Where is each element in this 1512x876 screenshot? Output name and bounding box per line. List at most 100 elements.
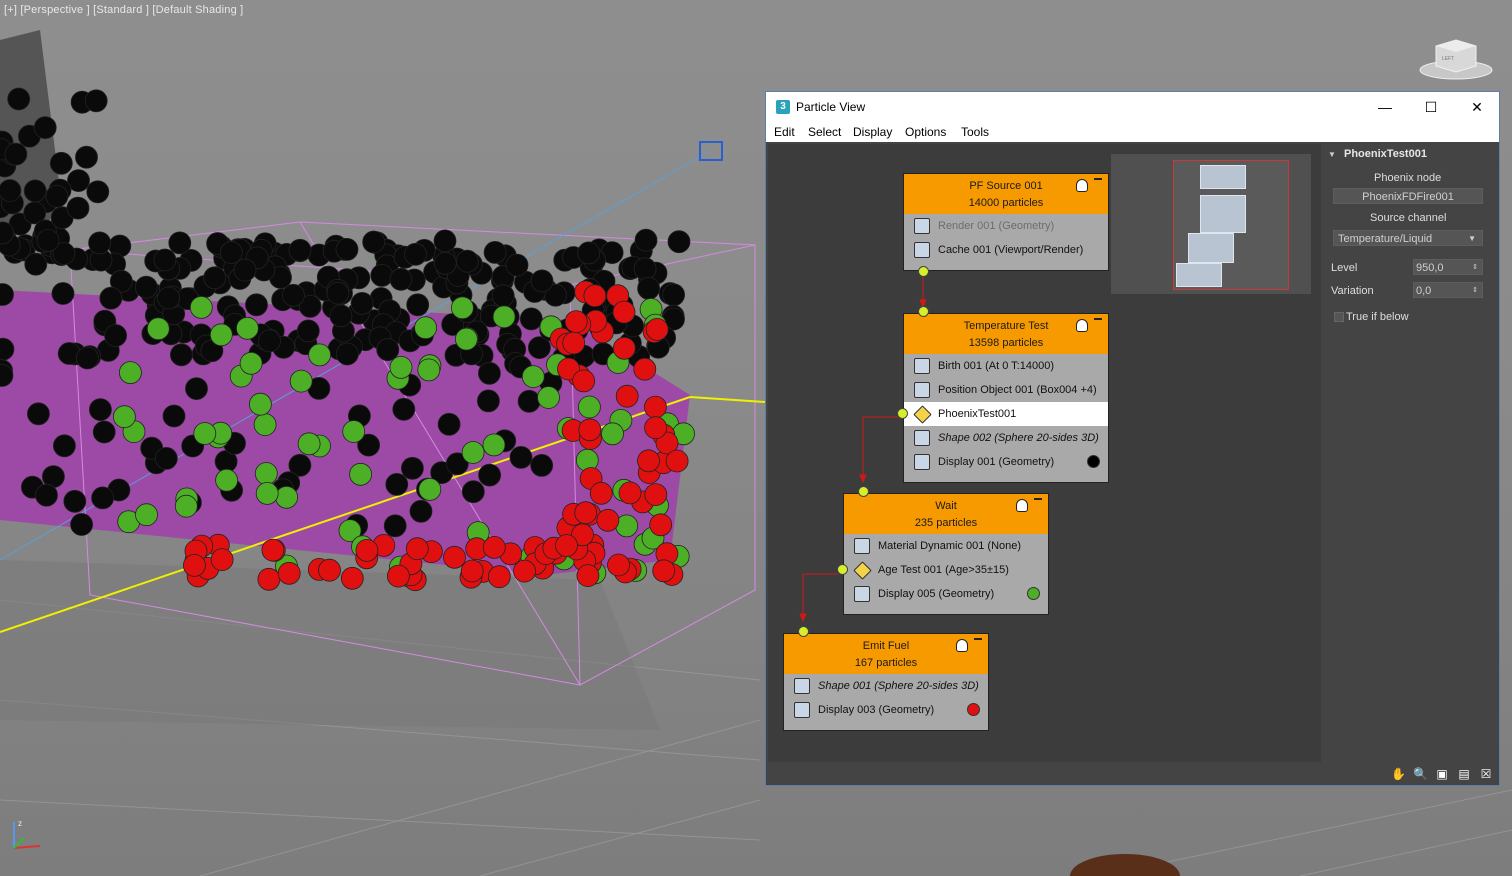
menu-display[interactable]: Display [853, 125, 892, 139]
zoom-extents-icon[interactable]: ▤ [1457, 767, 1471, 781]
operator[interactable]: Position Object 001 (Box004 +4) [904, 378, 1108, 402]
particle-black [288, 238, 312, 262]
particle-black [385, 472, 409, 496]
particle-black [404, 242, 427, 266]
particle-green [239, 351, 263, 375]
particle-black [203, 266, 227, 290]
event-input-port[interactable] [918, 306, 929, 317]
collapse-dash-icon[interactable] [974, 638, 982, 640]
event-header[interactable]: Wait 235 particles [844, 494, 1048, 534]
particle-black [634, 228, 658, 252]
menu-tools[interactable]: Tools [961, 125, 989, 139]
pan-hand-icon[interactable]: ✋ [1391, 767, 1406, 781]
event-node[interactable]: Temperature Test 13598 particles Birth 001… [903, 313, 1109, 483]
particle-black [134, 275, 158, 299]
true-if-below-checkbox[interactable] [1334, 312, 1344, 322]
operator[interactable]: Display 001 (Geometry) [904, 450, 1108, 474]
operator[interactable]: Render 001 (Geometry) [904, 214, 1108, 238]
lightbulb-icon[interactable] [956, 639, 968, 652]
operator[interactable]: Shape 001 (Sphere 20-sides 3D) [784, 674, 988, 698]
test-output-port[interactable] [897, 408, 908, 419]
particle-green [537, 386, 560, 409]
particle-red [482, 536, 506, 559]
operator[interactable]: Display 003 (Geometry) [784, 698, 988, 722]
display-color-swatch[interactable] [1087, 455, 1100, 468]
variation-spinner[interactable]: 0,0 ⇕ [1413, 282, 1483, 298]
event-node[interactable]: Emit Fuel 167 particles Shape 001 (Sphere … [783, 633, 989, 731]
particle-black [335, 237, 359, 261]
particle-black [637, 276, 660, 300]
maximize-icon[interactable]: ☐ [1408, 92, 1454, 122]
zoom-region-icon[interactable]: ▣ [1435, 767, 1449, 781]
navigator-frame[interactable] [1173, 160, 1289, 290]
particle-green [308, 343, 332, 367]
minimize-icon[interactable]: — [1362, 92, 1408, 122]
menu-options[interactable]: Options [905, 125, 946, 139]
collapse-dash-icon[interactable] [1094, 318, 1102, 320]
viewcube-icon[interactable]: LEFT [1418, 36, 1494, 82]
event-input-port[interactable] [858, 486, 869, 497]
collapse-icon[interactable]: ▼ [1328, 150, 1336, 159]
display-color-swatch[interactable] [967, 703, 980, 716]
event-node[interactable]: Wait 235 particles Material Dynamic 001 (N… [843, 493, 1049, 615]
source-channel-dropdown[interactable]: Temperature/Liquid ▼ [1333, 230, 1483, 246]
particle-black [530, 269, 554, 293]
particle-green [482, 433, 506, 457]
phoenix-node-field[interactable]: PhoenixFDFire001 [1333, 188, 1483, 204]
particle-green [414, 316, 438, 340]
particle-black [483, 240, 507, 264]
spinner-arrows-icon[interactable]: ⇕ [1472, 260, 1478, 276]
lightbulb-icon[interactable] [1076, 179, 1088, 192]
particle-green [248, 392, 272, 416]
title-bar[interactable]: 3 Particle View — ☐ ✕ [766, 92, 1499, 122]
viewport-label[interactable]: [+] [Perspective ] [Standard ] [Default … [4, 4, 243, 16]
particle-black [409, 499, 433, 523]
operator[interactable]: Cache 001 (Viewport/Render) [904, 238, 1108, 262]
particle-black [92, 420, 116, 444]
zoom-icon[interactable]: 🔍 [1413, 767, 1428, 781]
particle-black [478, 463, 502, 487]
event-header[interactable]: Temperature Test 13598 particles [904, 314, 1108, 354]
lightbulb-icon[interactable] [1016, 499, 1028, 512]
particle-black [45, 184, 69, 208]
test-output-port[interactable] [837, 564, 848, 575]
operator[interactable]: Shape 002 (Sphere 20-sides 3D) [904, 426, 1108, 450]
menu-select[interactable]: Select [808, 125, 841, 139]
level-spinner[interactable]: 950,0 ⇕ [1413, 259, 1483, 275]
event-output-port[interactable] [918, 266, 929, 277]
particle-red [182, 554, 206, 577]
event-graph-canvas[interactable]: PF Source 001 14000 particles Render 001 (… [768, 144, 1321, 762]
particle-green [297, 432, 321, 456]
lightbulb-icon[interactable] [1076, 319, 1088, 332]
navigator-overview[interactable] [1111, 154, 1311, 294]
collapse-dash-icon[interactable] [1094, 178, 1102, 180]
particle-black [296, 319, 320, 343]
display-color-swatch[interactable] [1027, 587, 1040, 600]
event-header[interactable]: PF Source 001 14000 particles [904, 174, 1108, 214]
particle-black [23, 179, 47, 203]
window-title: Particle View [796, 100, 866, 114]
operator[interactable]: Material Dynamic 001 (None) [844, 534, 1048, 558]
chevron-down-icon: ▼ [1468, 234, 1476, 243]
operator[interactable]: Birth 001 (At 0 T:14000) [904, 354, 1108, 378]
spinner-arrows-icon[interactable]: ⇕ [1472, 283, 1478, 299]
mini-event [1188, 233, 1234, 263]
collapse-dash-icon[interactable] [1034, 498, 1042, 500]
operator[interactable]: Display 005 (Geometry) [844, 582, 1048, 606]
particle-green [275, 485, 299, 509]
operator-icon [914, 382, 930, 398]
particle-black [461, 480, 485, 504]
particle-view-window[interactable]: 3 Particle View — ☐ ✕ Edit Select Displa… [765, 91, 1500, 786]
close-icon[interactable]: ✕ [1454, 92, 1500, 122]
event-node[interactable]: PF Source 001 14000 particles Render 001 (… [903, 173, 1109, 271]
particle-red [355, 539, 379, 562]
no-zoom-icon[interactable]: ☒ [1479, 767, 1493, 781]
menu-edit[interactable]: Edit [774, 125, 795, 139]
test-operator[interactable]: Age Test 001 (Age>35±15) [844, 558, 1048, 582]
test-operator-icon [853, 561, 872, 580]
event-header[interactable]: Emit Fuel 167 particles [784, 634, 988, 674]
particle-black [185, 377, 208, 401]
event-input-port[interactable] [798, 626, 809, 637]
test-operator[interactable]: PhoenixTest001 [904, 402, 1108, 426]
source-channel-value: Temperature/Liquid [1338, 233, 1433, 245]
